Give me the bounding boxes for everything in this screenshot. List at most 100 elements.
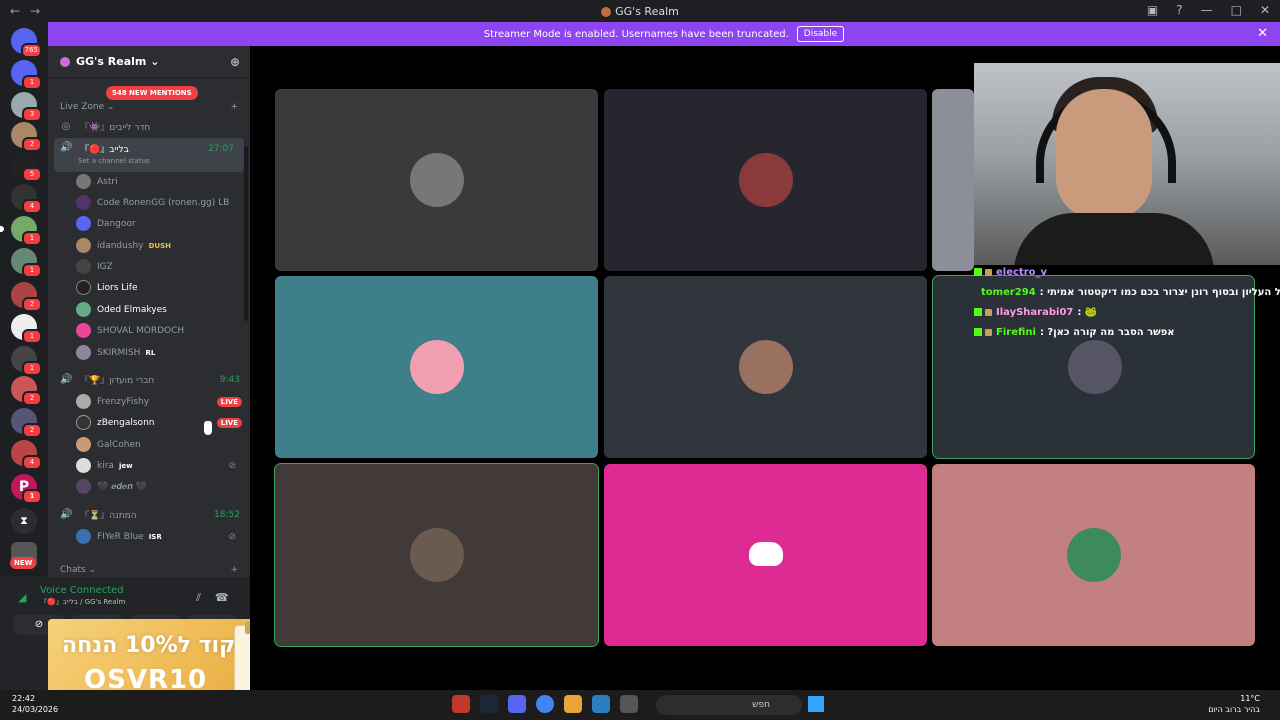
server-icon[interactable]: P1: [11, 474, 42, 504]
inbox-icon[interactable]: ▣: [1147, 3, 1158, 17]
server-icon[interactable]: 2: [11, 122, 42, 152]
maximize-icon[interactable]: □: [1231, 3, 1242, 17]
voice-user[interactable]: IGZ: [76, 256, 246, 277]
add-channel-icon[interactable]: +: [230, 102, 238, 112]
system-clock[interactable]: 22:42 24/03/2026: [12, 693, 58, 715]
voice-user[interactable]: Liors Life: [76, 277, 246, 298]
user-name: Astri: [97, 176, 118, 187]
user-name: SHOVAL MORDOCH: [97, 325, 185, 336]
server-icon[interactable]: 4: [11, 184, 42, 214]
user-tag: DUSH: [148, 241, 171, 250]
steam-icon[interactable]: [480, 695, 498, 713]
user-name: IGZ: [97, 261, 113, 272]
promo-line1: קוד ל10% הנחה: [62, 633, 236, 658]
voice-user[interactable]: SKIRMISH RL: [76, 342, 246, 363]
chrome-icon[interactable]: [536, 695, 554, 713]
voice-user[interactable]: zBengalsonn LIVE: [76, 412, 246, 433]
add-channel-icon[interactable]: +: [230, 565, 238, 575]
video-tile[interactable]: [932, 464, 1255, 646]
video-tile[interactable]: [275, 89, 598, 271]
video-tile[interactable]: [274, 463, 599, 647]
video-tile[interactable]: [604, 89, 927, 271]
disconnect-icon[interactable]: ☎: [215, 591, 229, 605]
server-icon[interactable]: 3: [11, 92, 42, 122]
channel-waiting[interactable]: 🔊 『⏳』המתנה 18:52: [48, 504, 250, 525]
mouse-cursor-icon: [204, 421, 212, 435]
server-icon[interactable]: 1: [11, 314, 42, 344]
avatar: [76, 529, 91, 544]
chat-username: tomer294: [981, 286, 1036, 298]
taskbar-search[interactable]: חפש: [656, 695, 802, 715]
notification-badge: 5: [22, 167, 42, 182]
help-icon[interactable]: ?: [1176, 3, 1182, 17]
new-mentions-pill[interactable]: 548 NEW MENTIONS: [106, 86, 198, 100]
channel-live[interactable]: 🔊 『🔴』בלייב 27:07 Set a channel status: [54, 138, 244, 172]
server-icon[interactable]: 2: [11, 376, 42, 406]
category-label: Chats ⌄: [60, 565, 97, 575]
guild-header[interactable]: GG's Realm ⌄ ⊕: [48, 46, 250, 78]
voice-user[interactable]: SHOVAL MORDOCH: [76, 320, 246, 341]
avatar: [76, 174, 91, 189]
voice-user[interactable]: Astri: [76, 171, 246, 192]
folder-icon[interactable]: ⧗: [11, 508, 37, 534]
avatar: [76, 302, 91, 317]
file-explorer-icon[interactable]: [620, 695, 638, 713]
disable-button[interactable]: Disable: [796, 26, 845, 42]
app-icon[interactable]: [592, 695, 610, 713]
voice-user[interactable]: 🖤 𝒆𝒅𝒆𝒏 🖤: [76, 476, 246, 497]
category-chats[interactable]: Chats ⌄ +: [48, 565, 250, 575]
windows-start-icon[interactable]: [808, 696, 824, 712]
avatar: [76, 394, 91, 409]
channel-sidebar: GG's Realm ⌄ ⊕ 548 NEW MENTIONS Live Zon…: [48, 46, 250, 577]
channel-label: 『🔴』בלייב: [80, 145, 129, 155]
voice-user[interactable]: FIYeR Blue ISR ⊘: [76, 526, 246, 547]
user-tag: RL: [145, 348, 156, 357]
app-icon[interactable]: [452, 695, 470, 713]
video-tile[interactable]: [604, 464, 927, 646]
server-icon[interactable]: 2: [11, 408, 42, 438]
minimize-icon[interactable]: —: [1201, 3, 1213, 17]
close-icon[interactable]: ✕: [1257, 26, 1268, 41]
server-icon[interactable]: 1: [11, 346, 42, 376]
voice-user[interactable]: FrenzyFishy LIVE: [76, 391, 246, 412]
channel-status[interactable]: Set a channel status: [78, 157, 150, 165]
video-tile[interactable]: [604, 276, 927, 458]
voice-user[interactable]: kira jew ⊘: [76, 455, 246, 476]
channel-timer: 18:52: [214, 509, 240, 520]
channel-club[interactable]: 🔊 『🏆』חברי מועדון 9:43: [48, 369, 250, 390]
channel-lives-room[interactable]: ◎ 『👾』חדר לייבים: [48, 116, 250, 137]
category-live-zone[interactable]: Live Zone ⌄ +: [48, 102, 250, 112]
invite-icon[interactable]: ⊕: [230, 55, 240, 69]
video-tile[interactable]: [932, 89, 974, 271]
voice-user[interactable]: Dangoor: [76, 213, 246, 234]
server-icon[interactable]: 4: [11, 440, 42, 470]
scrollbar[interactable]: [244, 146, 248, 321]
avatar: [76, 458, 91, 473]
category-label: Live Zone ⌄: [60, 102, 115, 112]
home-discord-icon[interactable]: 765: [11, 28, 42, 58]
voice-user[interactable]: idandushy DUSH: [76, 235, 246, 256]
voice-user[interactable]: Oded Elmakyes: [76, 299, 246, 320]
app-icon[interactable]: [564, 695, 582, 713]
voice-status[interactable]: Voice Connected: [40, 585, 124, 596]
streamer-webcam: [974, 63, 1280, 265]
noise-suppression-icon[interactable]: ⫽: [196, 591, 201, 605]
server-icon[interactable]: 2: [11, 282, 42, 312]
channel-timer: 27:07: [208, 144, 234, 154]
notification-badge: 1: [22, 361, 42, 376]
close-window-icon[interactable]: ✕: [1260, 3, 1270, 17]
notification-badge: 1: [22, 231, 42, 246]
chat-message: IlaySharabi07: 🐸: [974, 302, 1280, 322]
video-tile[interactable]: [275, 276, 598, 458]
voice-user[interactable]: Code RonenGG (ronen.gg) LB: [76, 192, 246, 213]
banner-text: Streamer Mode is enabled. Usernames have…: [483, 28, 789, 40]
server-icon[interactable]: 1: [11, 248, 42, 278]
discord-icon[interactable]: [508, 695, 526, 713]
voice-user[interactable]: GalCohen: [76, 434, 246, 455]
server-icon[interactable]: 1: [11, 60, 42, 90]
server-icon[interactable]: 1: [0, 216, 42, 246]
chat-message: tomer294: של העליון ובסוף רונן יצרור בכם…: [974, 282, 1280, 302]
badge-icon: [985, 308, 992, 316]
weather-widget[interactable]: 11°C בהיר ברוב היום: [1208, 693, 1260, 715]
server-icon[interactable]: 5: [11, 152, 42, 182]
